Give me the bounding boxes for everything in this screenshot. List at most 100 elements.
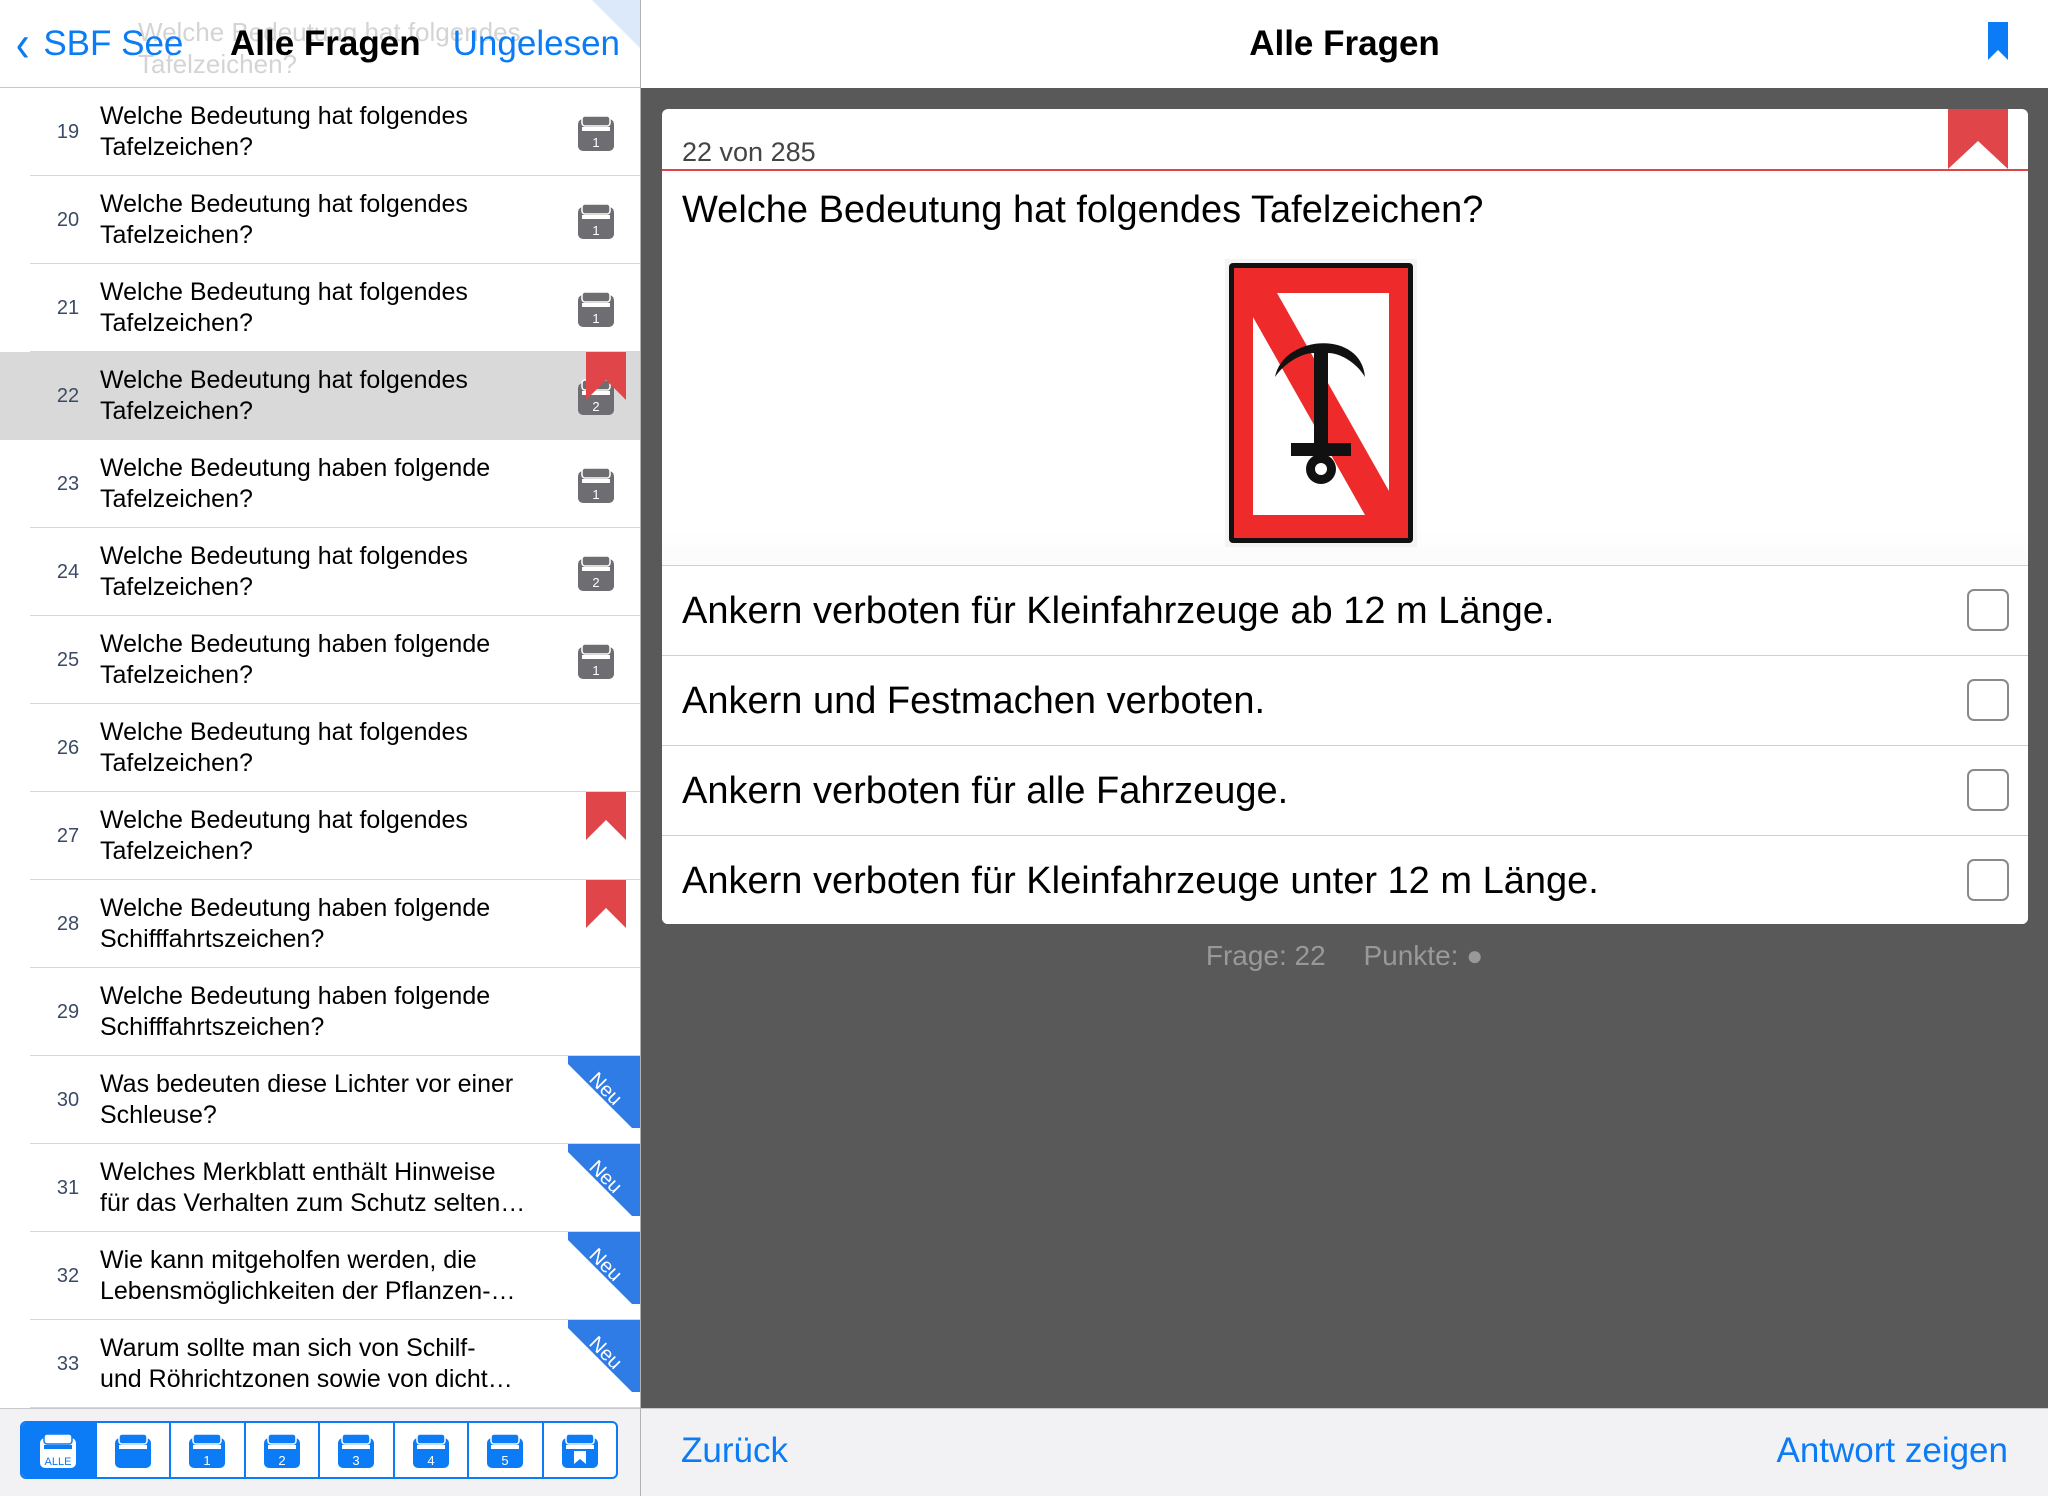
- new-badge: Neu: [568, 1144, 640, 1216]
- question-number: 23: [56, 473, 80, 495]
- question-text: Welche Bedeutung hat folgendes Tafelzeic…: [682, 189, 1484, 231]
- filter-tab[interactable]: 1: [171, 1423, 246, 1477]
- question-number-label: Frage: 22: [1205, 940, 1326, 971]
- question-title: Welche Bedeutung hat folgendes Tafelzeic…: [100, 190, 468, 249]
- question-title: Warum sollte man sich von Schilf- und Rö…: [100, 1334, 513, 1393]
- question-row[interactable]: 32 Wie kann mitgeholfen werden, die Leben…: [30, 1232, 640, 1320]
- previous-button[interactable]: Zurück: [681, 1431, 788, 1471]
- learning-box-icon: 2: [578, 555, 614, 591]
- filter-tab-label: 5: [502, 1453, 509, 1468]
- answer-option-2[interactable]: Ankern und Festmachen verboten.: [662, 655, 2028, 745]
- question-title: Welche Bedeutung haben folgende Tafelzei…: [100, 454, 491, 513]
- question-row[interactable]: 25 Welche Bedeutung haben folgende Tafelz…: [30, 616, 640, 704]
- question-title: Welche Bedeutung hat folgendes Tafelzeic…: [100, 102, 468, 161]
- all-boxes-icon: ALLE: [40, 1433, 77, 1468]
- filter-tab-label: 1: [204, 1453, 211, 1468]
- box-icon: 3: [338, 1433, 375, 1468]
- left-nav-bar: Welche Bedeutung hat folgendes Tafelzeic…: [0, 0, 640, 88]
- question-number: 27: [56, 825, 80, 847]
- question-number: 22: [56, 385, 80, 407]
- box-icon: [114, 1433, 151, 1468]
- detail-toolbar: Zurück Antwort zeigen: [641, 1408, 2048, 1496]
- filter-tab-label: 2: [278, 1453, 285, 1468]
- answer-option-3[interactable]: Ankern verboten für alle Fahrzeuge.: [662, 745, 2028, 835]
- bookmark-box-icon: [561, 1433, 598, 1468]
- filter-tab[interactable]: 4: [395, 1423, 469, 1477]
- question-status-line: Frage: 22 Punkte: ●: [641, 940, 2048, 972]
- new-badge-label: Neu: [584, 1068, 627, 1110]
- unread-filter-button[interactable]: Ungelesen: [453, 24, 620, 64]
- question-row[interactable]: 30 Was bedeuten diese Lichter vor einer S…: [30, 1056, 640, 1144]
- filter-tab[interactable]: [97, 1423, 171, 1477]
- answer-text: Ankern und Festmachen verboten.: [682, 680, 1266, 722]
- question-row[interactable]: 29 Welche Bedeutung haben folgende Schiff…: [30, 968, 640, 1056]
- question-title: Welche Bedeutung hat folgendes Tafelzeic…: [100, 806, 468, 865]
- filter-tab[interactable]: [544, 1423, 617, 1477]
- answer-checkbox[interactable]: [1967, 859, 2009, 901]
- learning-box-number: 1: [592, 135, 599, 150]
- question-title: Welche Bedeutung haben folgende Schifffa…: [100, 982, 491, 1041]
- question-row[interactable]: 23 Welche Bedeutung haben folgende Tafelz…: [30, 440, 640, 528]
- question-row[interactable]: 19 Welche Bedeutung hat folgendes Tafelze…: [30, 88, 640, 176]
- back-button[interactable]: ‹ SBF See: [14, 15, 184, 73]
- no-anchoring-sign-icon: [1225, 259, 1417, 547]
- box-filter-segmented-control: ALLE 1 2 3 4 5: [20, 1421, 618, 1479]
- learning-box-number: 1: [592, 487, 599, 502]
- points-label: Punkte: ●: [1363, 940, 1484, 971]
- learning-box-icon: 1: [578, 643, 614, 679]
- question-row[interactable]: 27 Welche Bedeutung hat folgendes Tafelze…: [30, 792, 640, 880]
- new-badge: Neu: [568, 1232, 640, 1304]
- question-title: Welche Bedeutung hat folgendes Tafelzeic…: [100, 278, 468, 337]
- question-card: 22 von 285 Welche Bedeutung hat folgende…: [662, 109, 2028, 924]
- right-nav-title: Alle Fragen: [1249, 24, 1440, 63]
- answer-text: Ankern verboten für Kleinfahrzeuge ab 12…: [682, 590, 1555, 632]
- question-title: Welche Bedeutung hat folgendes Tafelzeic…: [100, 542, 468, 601]
- question-number: 19: [56, 121, 80, 143]
- question-row[interactable]: 24 Welche Bedeutung hat folgendes Tafelze…: [30, 528, 640, 616]
- right-nav-bar: Alle Fragen: [641, 0, 2048, 88]
- question-title: Welche Bedeutung haben folgende Schifffa…: [100, 894, 491, 953]
- filter-tab[interactable]: 2: [246, 1423, 320, 1477]
- new-badge-label: Neu: [584, 1156, 627, 1198]
- answer-text: Ankern verboten für alle Fahrzeuge.: [682, 770, 1289, 812]
- new-badge-label: Neu: [584, 1332, 627, 1374]
- new-badge: Neu: [568, 1056, 640, 1128]
- question-row[interactable]: 31 Welches Merkblatt enthält Hinweise für…: [30, 1144, 640, 1232]
- answer-checkbox[interactable]: [1967, 679, 2009, 721]
- bookmark-icon[interactable]: [1988, 22, 2008, 60]
- bookmark-ribbon-icon: [586, 792, 626, 840]
- filter-tab[interactable]: ALLE: [22, 1423, 97, 1477]
- filter-tab[interactable]: 5: [469, 1423, 544, 1477]
- filter-tab-label: 4: [427, 1453, 434, 1468]
- card-header-line: [662, 169, 2028, 171]
- answer-option-1[interactable]: Ankern verboten für Kleinfahrzeuge ab 12…: [662, 565, 2028, 655]
- show-answer-button[interactable]: Antwort zeigen: [1776, 1431, 2008, 1471]
- question-number: 33: [56, 1353, 80, 1375]
- answer-option-4[interactable]: Ankern verboten für Kleinfahrzeuge unter…: [662, 835, 2028, 924]
- question-number: 31: [56, 1177, 80, 1199]
- question-row[interactable]: 26 Welche Bedeutung hat folgendes Tafelze…: [30, 704, 640, 792]
- question-row[interactable]: 33 Warum sollte man sich von Schilf- und …: [30, 1320, 640, 1408]
- filter-tab[interactable]: 3: [320, 1423, 395, 1477]
- question-number: 26: [56, 737, 80, 759]
- question-row[interactable]: 20 Welche Bedeutung hat folgendes Tafelze…: [30, 176, 640, 264]
- chevron-left-icon: ‹: [15, 15, 30, 73]
- question-title: Wie kann mitgeholfen werden, die Lebensm…: [100, 1246, 516, 1305]
- box-icon: 2: [263, 1433, 300, 1468]
- learning-box-number: 2: [592, 399, 599, 414]
- answer-checkbox[interactable]: [1967, 589, 2009, 631]
- question-title: Welche Bedeutung haben folgende Tafelzei…: [100, 630, 491, 689]
- question-row[interactable]: 28 Welche Bedeutung haben folgende Schiff…: [30, 880, 640, 968]
- question-list-pane: Welche Bedeutung hat folgendes Tafelzeic…: [0, 0, 640, 1496]
- question-row[interactable]: 22 Welche Bedeutung hat folgendes Tafelze…: [0, 352, 640, 440]
- answer-checkbox[interactable]: [1967, 769, 2009, 811]
- question-number: 24: [56, 561, 80, 583]
- bookmark-ribbon-icon: [586, 880, 626, 928]
- bookmark-ribbon-icon[interactable]: [1948, 109, 2008, 169]
- bookmark-ribbon-icon: [586, 352, 626, 400]
- question-number: 29: [56, 1001, 80, 1023]
- learning-box-number: 1: [592, 663, 599, 678]
- question-row[interactable]: 21 Welche Bedeutung hat folgendes Tafelze…: [30, 264, 640, 352]
- new-badge-label: Neu: [584, 1244, 627, 1286]
- learning-box-number: 1: [592, 223, 599, 238]
